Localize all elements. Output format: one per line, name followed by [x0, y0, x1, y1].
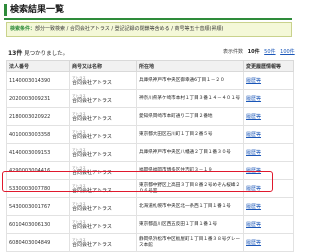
corporate-number: 2020003009231 [6, 89, 70, 108]
history-link[interactable]: 履歴等 [246, 114, 261, 120]
table-header-row: 法人番号 商号又は名称 所在地 変更履歴情報等 [6, 60, 294, 72]
history-cell: 履歴等 [243, 125, 294, 144]
corporate-number: 4010003003358 [6, 125, 70, 144]
per-page-selector: 表示件数 10件 50件 100件 [223, 48, 295, 55]
company-name-cell: アトラス 合同会社アトラス [69, 197, 137, 216]
history-link[interactable]: 履歴等 [246, 132, 261, 138]
page-title: 検索結果一覧 [10, 5, 65, 15]
history-cell: 履歴等 [243, 215, 294, 234]
header-history: 変更履歴情報等 [243, 60, 294, 72]
page-header: 検索結果一覧 [4, 3, 292, 20]
per-page-option-10[interactable]: 10件 [248, 49, 260, 55]
history-cell: 履歴等 [243, 107, 294, 126]
corporate-number: 6080403004849 [6, 233, 70, 252]
per-page-option-50[interactable]: 50件 [264, 49, 275, 55]
table-row: 4010003003358 アトラス 合同会社アトラス 東京都大田区石川町１丁目２番５… [6, 125, 294, 144]
company-address: 北海道札幌市中央区北一条西１丁目１番１号 [136, 197, 244, 216]
company-name: 合同会社アトラス [72, 79, 112, 86]
table-row: 2020003009231 アトラス 合同会社アトラス 神奈川県茅ケ崎市本村１丁目３番… [6, 89, 294, 108]
history-link[interactable]: 履歴等 [246, 222, 261, 228]
highlight-box [2, 171, 273, 192]
history-link[interactable]: 履歴等 [246, 78, 261, 84]
company-name-cell: アトラス 合同会社アトラス [69, 89, 137, 108]
corporate-number: 5430003001767 [6, 197, 70, 216]
corporate-number: 1140003014390 [6, 71, 70, 90]
company-address: 静岡県浜松市中区板屋町１丁目１番３８号グレース本館 [136, 233, 244, 252]
company-name-cell: アトラス 合同会社アトラス [69, 143, 137, 162]
company-address: 兵庫県神戸市中央区御幸通6丁目１－２０ [136, 71, 244, 90]
result-count-number: 13件 [8, 50, 23, 57]
title-accent-bar [4, 4, 7, 16]
table-row: 5430003001767 アトラス 合同会社アトラス 北海道札幌市中央区北一条西１丁… [6, 197, 294, 216]
conditions-label: 検索条件： [10, 26, 36, 32]
history-cell: 履歴等 [243, 143, 294, 162]
per-page-option-100[interactable]: 100件 [280, 49, 295, 55]
table-row: 6080403004849 アトラス 合同会社アトラス 静岡県浜松市中区板屋町１丁目１… [6, 233, 294, 252]
history-link[interactable]: 履歴等 [246, 150, 261, 156]
header-corporate-number[interactable]: 法人番号 [6, 60, 70, 72]
history-cell: 履歴等 [243, 233, 294, 252]
company-name: 合同会社アトラス [72, 97, 112, 104]
result-count-suffix: 見つかりました。 [22, 51, 69, 57]
table-row: 1140003014390 アトラス 合同会社アトラス 兵庫県神戸市中央区御幸通6丁目… [6, 71, 294, 90]
company-name-cell: アトラス 合同会社アトラス [69, 71, 137, 90]
company-address: 兵庫県神戸市中央区八幡通２丁目１番３０号 [136, 143, 244, 162]
history-link[interactable]: 履歴等 [246, 240, 261, 246]
company-name: 合同会社アトラス [72, 205, 112, 212]
table-row: 4140003009153 アトラス 合同会社アトラス 兵庫県神戸市中央区八幡通２丁目… [6, 143, 294, 162]
company-address: 神奈川県茅ケ崎市本村１丁目３番１４－４０１号 [136, 89, 244, 108]
header-address[interactable]: 所在地 [136, 60, 244, 72]
history-cell: 履歴等 [243, 197, 294, 216]
company-name: 合同会社アトラス [72, 151, 112, 158]
search-conditions-box: 検索条件：部分一致検索 / 合同会社アトラス / 登記記録の閉鎖等含める / 商… [6, 22, 292, 37]
header-name[interactable]: 商号又は名称 [69, 60, 137, 72]
corporate-number: 2180003020922 [6, 107, 70, 126]
company-name: 合同会社アトラス [72, 241, 112, 248]
company-name-cell: アトラス 合同会社アトラス [69, 233, 137, 252]
company-address: 東京都品川区西五反田１丁目１番１号 [136, 215, 244, 234]
history-link[interactable]: 履歴等 [246, 204, 261, 210]
company-name: 合同会社アトラス [72, 133, 112, 140]
company-address: 東京都大田区石川町１丁目２番５号 [136, 125, 244, 144]
history-cell: 履歴等 [243, 71, 294, 90]
conditions-text: 部分一致検索 / 合同会社アトラス / 登記記録の閉鎖等含める / 商号等五十音… [35, 26, 224, 32]
company-name-cell: アトラス 合同会社アトラス [69, 107, 137, 126]
corporate-number: 6010403006130 [6, 215, 70, 234]
company-name: 合同会社アトラス [72, 115, 112, 122]
result-count: 13件 見つかりました。 [8, 48, 68, 57]
company-address: 愛知県岡崎市本町通り二丁目２番地 [136, 107, 244, 126]
table-row: 2180003020922 アトラス 合同会社アトラス 愛知県岡崎市本町通り二丁目２番… [6, 107, 294, 126]
company-name-cell: アトラス 合同会社アトラス [69, 215, 137, 234]
per-page-label: 表示件数 [223, 49, 244, 55]
company-name-cell: アトラス 合同会社アトラス [69, 125, 137, 144]
results-table: 法人番号 商号又は名称 所在地 変更履歴情報等 1140003014390 アトラ… [6, 60, 294, 252]
history-cell: 履歴等 [243, 89, 294, 108]
company-name: 合同会社アトラス [72, 223, 112, 230]
table-row: 6010403006130 アトラス 合同会社アトラス 東京都品川区西五反田１丁目１番… [6, 215, 294, 234]
history-link[interactable]: 履歴等 [246, 96, 261, 102]
corporate-number: 4140003009153 [6, 143, 70, 162]
